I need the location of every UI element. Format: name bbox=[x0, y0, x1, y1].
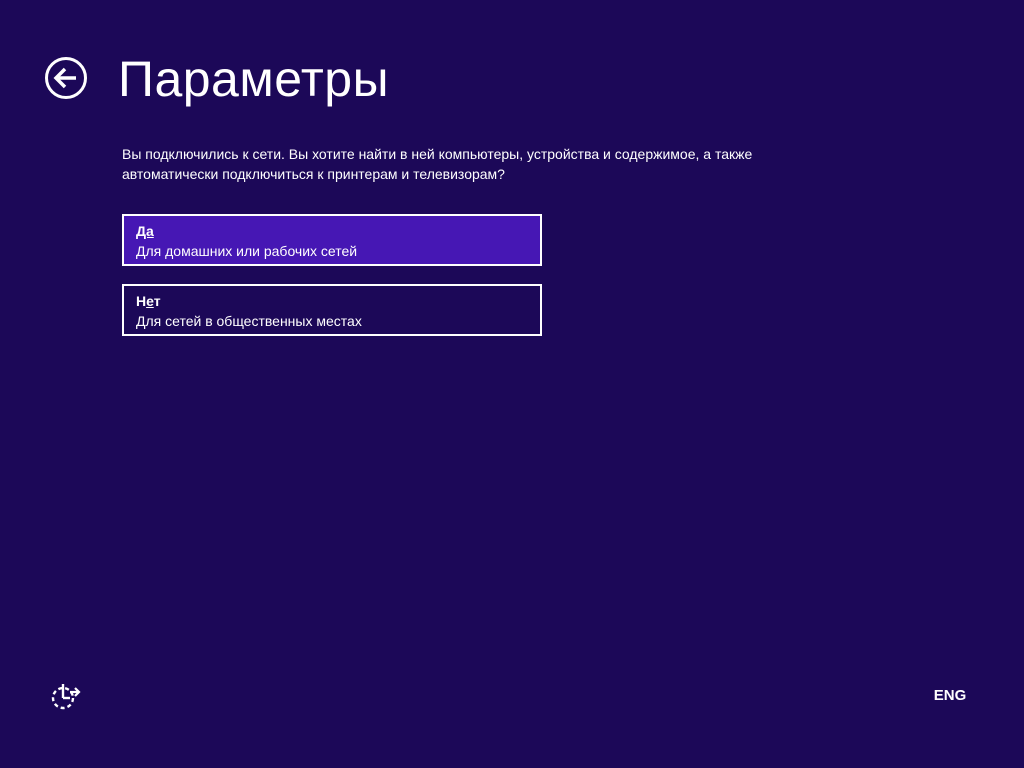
back-button[interactable] bbox=[44, 56, 88, 100]
option-yes-button[interactable]: Да Для домашних или рабочих сетей bbox=[122, 214, 542, 266]
page-title: Параметры bbox=[118, 51, 390, 107]
ease-of-access-icon bbox=[51, 684, 81, 710]
option-no-title: Нет bbox=[136, 292, 161, 310]
option-no-title-accesskey: е bbox=[146, 293, 154, 309]
option-no-title-end: т bbox=[153, 293, 161, 309]
option-no-title-start: Н bbox=[136, 293, 147, 309]
option-yes-title-text: Да bbox=[136, 223, 154, 239]
option-no-description: Для сетей в общественных местах bbox=[136, 313, 362, 329]
ease-of-access-button[interactable] bbox=[50, 682, 82, 712]
option-yes-title: Да bbox=[136, 222, 154, 240]
option-yes-description: Для домашних или рабочих сетей bbox=[136, 243, 358, 259]
language-indicator[interactable]: ENG bbox=[924, 686, 976, 706]
network-discovery-prompt: Вы подключились к сети. Вы хотите найти … bbox=[122, 146, 753, 182]
option-no-button[interactable]: Нет Для сетей в общественных местах bbox=[122, 284, 542, 336]
back-arrow-icon bbox=[45, 57, 87, 99]
